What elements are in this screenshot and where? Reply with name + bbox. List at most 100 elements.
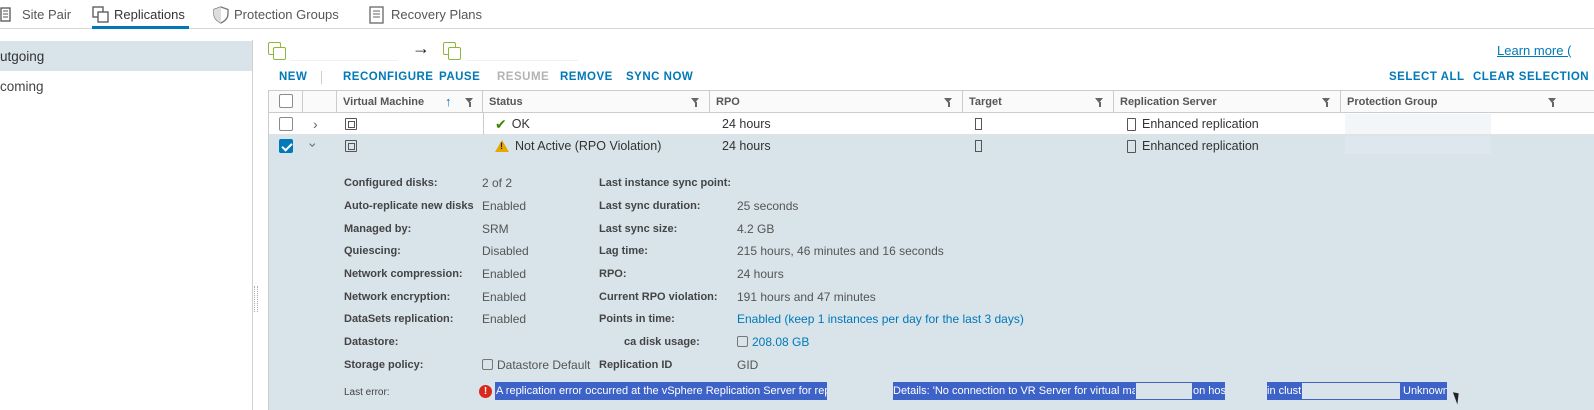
column-header-rpo[interactable]: RPO: [710, 91, 963, 112]
column-header-target-label: Target: [969, 95, 1002, 108]
detail-value: 2 of 2: [482, 176, 513, 190]
detail-label: Datastore:: [344, 336, 399, 348]
rpo-cell: 24 hours: [722, 117, 771, 131]
learn-more-link[interactable]: Learn more (: [1497, 43, 1571, 58]
clear-selection-button[interactable]: CLEAR SELECTION: [1473, 71, 1589, 83]
server-icon: [1127, 139, 1136, 153]
vm-icon: [345, 140, 357, 152]
column-header-replication-server-label: Replication Server: [1120, 95, 1217, 108]
error-text-part: in cluste: [1267, 382, 1301, 400]
top-tab-bar: Site Pair Replications Protection Groups…: [0, 0, 1594, 29]
nav-item-incoming[interactable]: coming: [0, 71, 252, 101]
detail-label: Points in time:: [599, 313, 675, 325]
chevron-down-icon[interactable]: ›: [305, 143, 321, 148]
detail-value: 215 hours, 46 minutes and 16 seconds: [737, 244, 944, 258]
column-header-status[interactable]: Status: [483, 91, 710, 112]
error-text-gap: [1135, 382, 1193, 400]
shield-icon: [212, 6, 229, 24]
error-text-part: A replication error occurred at the vSph…: [495, 382, 827, 400]
protection-group-name[interactable]: [1345, 136, 1491, 154]
detail-value: 24 hours: [737, 267, 784, 281]
tab-replications[interactable]: Replications: [92, 0, 189, 29]
nav-item-outgoing[interactable]: utgoing: [0, 41, 252, 71]
vm-name[interactable]: [359, 114, 483, 134]
column-header-status-label: Status: [489, 95, 523, 108]
protection-group-name[interactable]: [1345, 114, 1491, 134]
sort-ascending-icon[interactable]: ↑: [445, 94, 452, 109]
detail-label: Managed by:: [344, 223, 412, 235]
detail-label: Network compression:: [344, 268, 463, 280]
remove-button[interactable]: REMOVE: [560, 71, 613, 83]
disk-usage-link[interactable]: 208.08 GB: [737, 335, 809, 349]
replication-server-text: Enhanced replication: [1142, 139, 1259, 153]
table-row[interactable]: › ✔ OK 24 hours Enhanced replication: [269, 113, 1594, 135]
column-divider: [483, 113, 484, 135]
detail-value: 191 hours and 47 minutes: [737, 290, 876, 304]
replications-grid: Virtual Machine ↑ Status RPO Target Repl…: [268, 90, 1594, 410]
detail-value: Enabled: [482, 290, 527, 304]
server-icon: [1127, 117, 1136, 131]
chevron-right-icon[interactable]: ›: [313, 116, 318, 132]
detail-label: Last sync size:: [599, 223, 678, 235]
detail-label: Last sync duration:: [599, 200, 701, 212]
source-site-name: [290, 41, 398, 61]
storage-policy-value: Datastore Default: [497, 358, 591, 372]
error-text-part: Unknown': [1401, 382, 1447, 400]
detail-label: Replication ID: [599, 359, 673, 371]
column-header-target[interactable]: Target: [963, 91, 1114, 112]
resume-button[interactable]: RESUME: [497, 71, 549, 83]
detail-value: GID: [737, 358, 759, 372]
row-checkbox[interactable]: [279, 117, 293, 131]
detail-label: Last instance sync point:: [599, 177, 732, 189]
filter-icon[interactable]: [1095, 98, 1104, 107]
detail-value: Enabled: [482, 199, 527, 213]
detail-label: Network encryption:: [344, 291, 451, 303]
column-header-vm[interactable]: Virtual Machine ↑: [337, 91, 483, 112]
pane-splitter[interactable]: [254, 286, 258, 312]
detail-value: Datastore Default: [482, 358, 590, 372]
column-header-replication-server[interactable]: Replication Server: [1114, 91, 1341, 112]
column-header-protection-group-label: Protection Group: [1347, 95, 1438, 108]
sync-now-button[interactable]: SYNC NOW: [626, 71, 693, 83]
status-text: Not Active (RPO Violation): [515, 139, 662, 153]
replication-server-text: Enhanced replication: [1142, 117, 1259, 131]
target-site-icon: [442, 41, 461, 60]
detail-label: Auto-replicate new disks: [344, 200, 474, 212]
column-header-rpo-label: RPO: [716, 95, 740, 108]
disk-icon: [737, 336, 748, 347]
select-all-checkbox[interactable]: [279, 94, 293, 108]
target-name[interactable]: [983, 114, 1114, 134]
filter-icon[interactable]: [691, 98, 700, 107]
tab-recovery-plans[interactable]: Recovery Plans: [369, 0, 482, 28]
expanded-row-detail: [269, 135, 1594, 410]
reconfigure-button[interactable]: RECONFIGURE: [343, 71, 433, 83]
table-row-selected[interactable]: › Not Active (RPO Violation) 24 hours En…: [269, 135, 1594, 157]
detail-label: Quiescing:: [344, 245, 401, 257]
site-pair-header: → Learn more (: [268, 38, 1594, 62]
tab-recovery-plans-label: Recovery Plans: [391, 6, 483, 22]
replication-server-cell: Enhanced replication: [1127, 135, 1259, 157]
detail-value: Enabled: [482, 312, 527, 326]
disk-usage-value: 208.08 GB: [752, 335, 810, 349]
filter-icon[interactable]: [465, 98, 474, 107]
filter-icon[interactable]: [1548, 98, 1557, 107]
select-all-button[interactable]: SELECT ALL: [1389, 71, 1465, 83]
tab-protection-groups[interactable]: Protection Groups: [212, 0, 339, 28]
row-checkbox-checked[interactable]: [279, 139, 293, 153]
error-text-part: Details: 'No connection to VR Server for…: [893, 382, 1135, 400]
column-header-protection-group[interactable]: Protection Group: [1341, 91, 1569, 112]
status-text: OK: [511, 117, 530, 131]
nav-item-outgoing-label: utgoing: [0, 48, 45, 64]
tab-site-pair[interactable]: Site Pair: [0, 0, 71, 28]
filter-icon[interactable]: [944, 98, 953, 107]
points-in-time-link[interactable]: Enabled (keep 1 instances per day for th…: [737, 312, 1024, 326]
target-icon: [975, 140, 982, 152]
detail-label: ca disk usage:: [624, 336, 700, 348]
new-button[interactable]: NEW: [279, 71, 307, 83]
column-header-vm-label: Virtual Machine: [343, 95, 425, 108]
filter-icon[interactable]: [1322, 98, 1331, 107]
document-icon: [369, 6, 385, 24]
arrow-icon: →: [412, 38, 430, 58]
rpo-cell: 24 hours: [722, 139, 771, 153]
pause-button[interactable]: PAUSE: [439, 71, 480, 83]
